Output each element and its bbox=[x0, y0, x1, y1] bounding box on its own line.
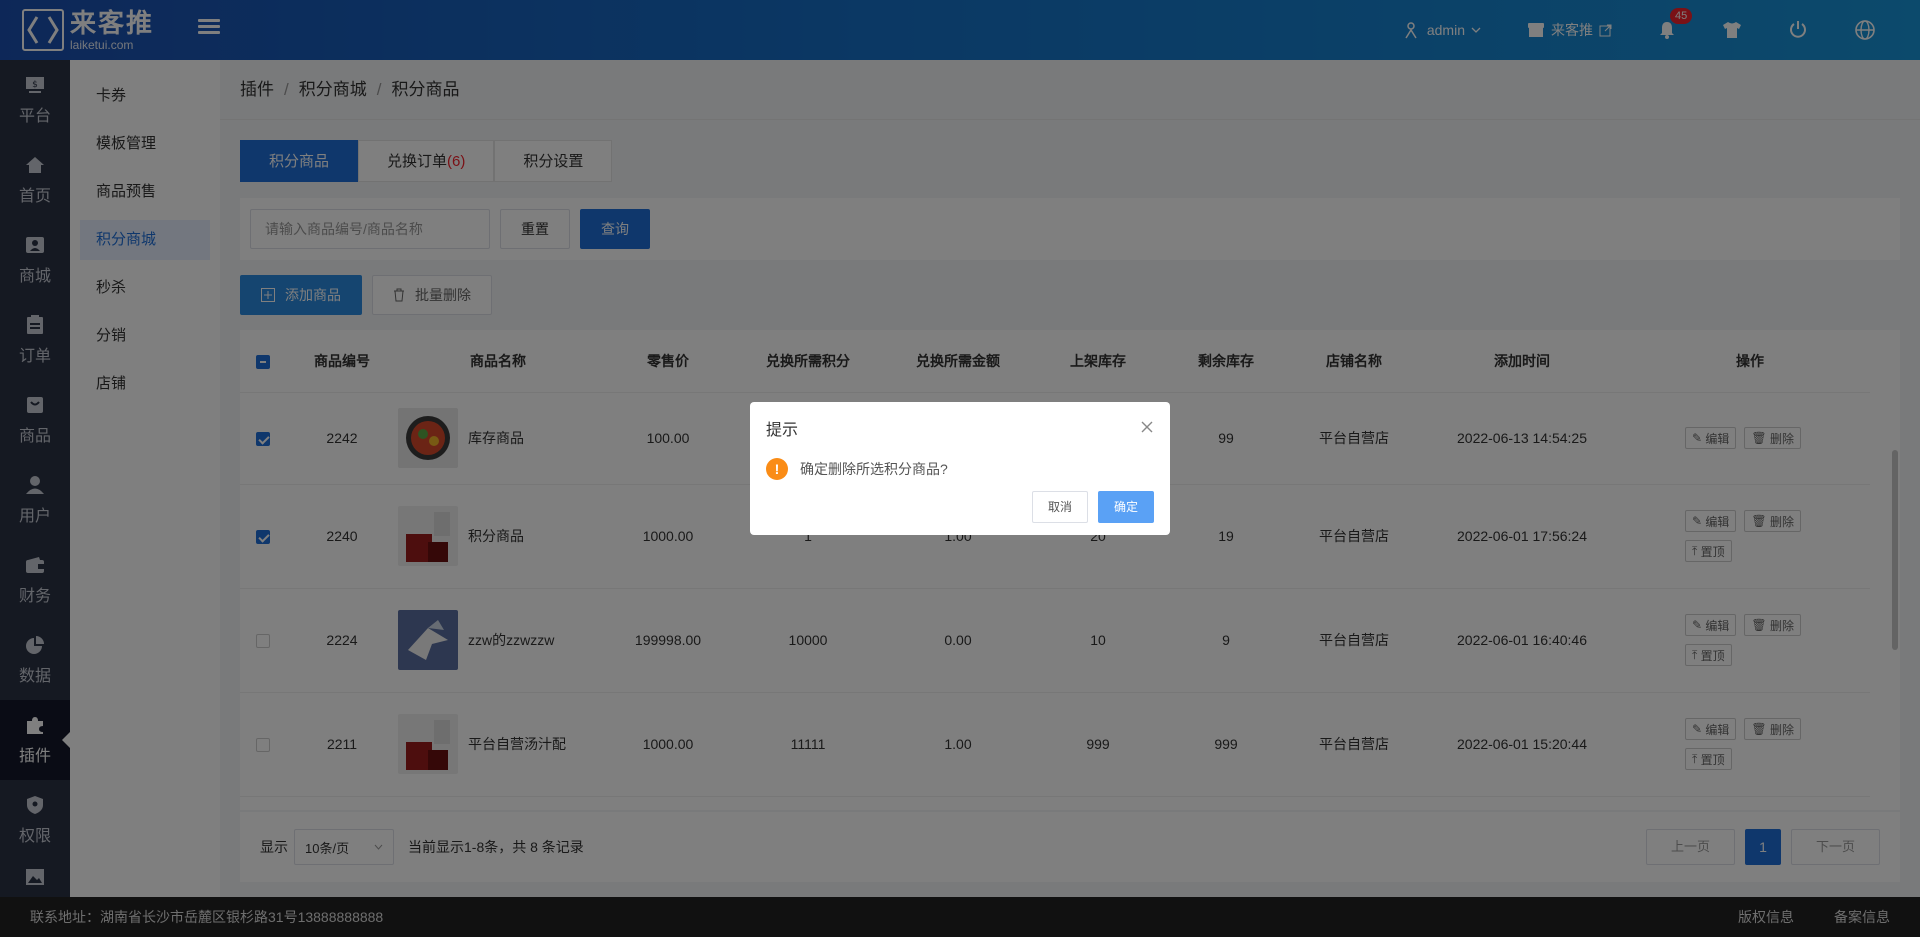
close-icon[interactable] bbox=[1140, 420, 1154, 434]
dialog-title: 提示 bbox=[766, 422, 799, 439]
cancel-button[interactable]: 取消 bbox=[1031, 491, 1088, 523]
confirm-dialog: 提示 ! 确定删除所选积分商品? 取消 确定 bbox=[750, 402, 1170, 535]
confirm-button[interactable]: 确定 bbox=[1097, 491, 1154, 523]
dialog-message: 确定删除所选积分商品? bbox=[800, 461, 948, 477]
warning-icon: ! bbox=[766, 458, 788, 480]
